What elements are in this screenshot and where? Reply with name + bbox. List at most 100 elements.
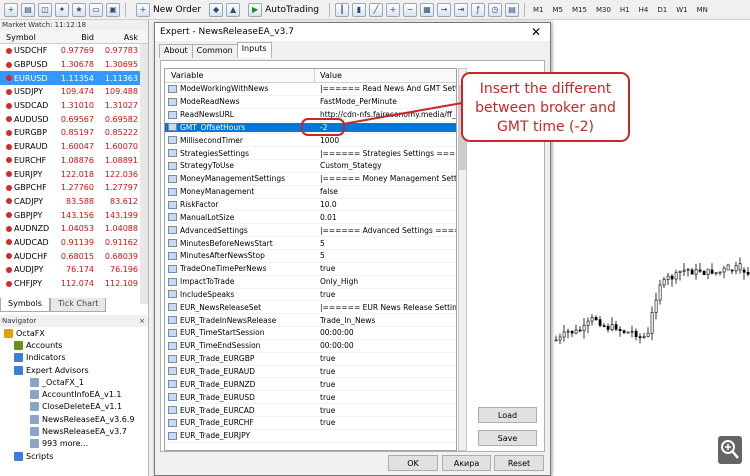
navigator-item[interactable]: 993 more... bbox=[0, 438, 148, 450]
terminal-icon[interactable]: ▭ bbox=[89, 2, 103, 17]
table-row[interactable]: EUR_Trade_EURNZD true bbox=[165, 378, 456, 392]
table-row[interactable]: RiskFactor 10.0 bbox=[165, 199, 456, 212]
candle-chart-icon[interactable]: ▮ bbox=[352, 2, 366, 17]
table-row[interactable]: AUDNZD 1.04053 1.04088 bbox=[0, 222, 148, 236]
data-window-icon[interactable]: ✦ bbox=[55, 2, 69, 17]
table-row[interactable]: EUR_NewsReleaseSet |====== EUR News Relea… bbox=[165, 301, 456, 315]
market-watch-scrollbar[interactable] bbox=[140, 44, 148, 304]
line-chart-icon[interactable]: ╱ bbox=[369, 2, 383, 17]
value-cell[interactable]: 1000 bbox=[315, 136, 456, 145]
cancel-button[interactable]: Акира bbox=[442, 455, 491, 471]
value-cell[interactable]: 10.0 bbox=[315, 200, 456, 209]
navigator-item[interactable]: CloseDeleteEA_v1.1 bbox=[0, 401, 148, 413]
table-row[interactable]: AUDCAD 0.91139 0.91162 bbox=[0, 236, 148, 250]
navigator-item[interactable]: Expert Advisors bbox=[0, 364, 148, 376]
value-cell[interactable]: 5 bbox=[315, 251, 456, 260]
table-row[interactable]: EUR_Trade_EURCAD true bbox=[165, 404, 456, 417]
table-row[interactable]: EURGBP 0.85197 0.85222 bbox=[0, 126, 148, 140]
timeframe-mn[interactable]: MN bbox=[694, 6, 711, 14]
value-cell[interactable]: Only_High bbox=[315, 277, 456, 286]
table-row[interactable]: GBPJPY 143.156 143.199 bbox=[0, 208, 148, 222]
value-cell[interactable]: true bbox=[315, 290, 456, 299]
navigator-item[interactable]: Accounts bbox=[0, 339, 148, 351]
table-row[interactable]: USDJPY 109.474 109.488 bbox=[0, 85, 148, 99]
variable-column-header[interactable]: Variable bbox=[165, 69, 315, 82]
value-cell[interactable]: 5 bbox=[315, 239, 456, 248]
table-row[interactable]: EUR_Trade_EURUSD true bbox=[165, 391, 456, 405]
value-cell[interactable]: true bbox=[315, 354, 456, 363]
table-row[interactable]: MoneyManagement false bbox=[165, 186, 456, 199]
value-cell[interactable]: |====== Read News And GMT Settings =... bbox=[315, 84, 456, 93]
ask-column-header[interactable]: Ask bbox=[97, 31, 141, 43]
table-row[interactable]: AUDJPY 76.174 76.196 bbox=[0, 263, 148, 277]
close-icon[interactable]: ✕ bbox=[522, 23, 550, 41]
timeframe-d1[interactable]: D1 bbox=[654, 6, 670, 14]
save-button[interactable]: Save bbox=[478, 430, 537, 446]
table-row[interactable]: EURJPY 122.018 122.036 bbox=[0, 167, 148, 181]
templates-icon[interactable]: ▤ bbox=[505, 2, 519, 17]
tab-about[interactable]: About bbox=[159, 44, 193, 58]
table-row[interactable]: ModeWorkingWithNews |====== Read News And… bbox=[165, 83, 456, 96]
tab-symbols[interactable]: Symbols bbox=[0, 298, 50, 312]
zoom-icon[interactable] bbox=[718, 436, 742, 464]
autotrading-button[interactable]: ▶ AutoTrading bbox=[243, 2, 324, 18]
table-row[interactable]: AUDCHF 0.68015 0.68039 bbox=[0, 249, 148, 263]
table-row[interactable]: EUR_Trade_EURJPY bbox=[165, 430, 456, 443]
market-watch-icon[interactable]: ◫ bbox=[38, 2, 52, 17]
options-icon[interactable]: ▲ bbox=[226, 2, 241, 17]
tile-icon[interactable]: ▦ bbox=[420, 2, 434, 17]
value-cell[interactable]: 0.01 bbox=[315, 213, 456, 222]
table-row[interactable]: USDCHF 0.97769 0.97783 bbox=[0, 44, 148, 58]
table-row[interactable]: GBPCHF 1.27760 1.27797 bbox=[0, 181, 148, 195]
table-row[interactable]: EUR_Trade_EURGBP true bbox=[165, 353, 456, 366]
table-row[interactable]: ManualLotSize 0.01 bbox=[165, 211, 456, 225]
timeframe-m5[interactable]: M5 bbox=[550, 6, 567, 14]
reset-button[interactable]: Reset bbox=[494, 455, 544, 471]
tab-common[interactable]: Common bbox=[191, 44, 238, 58]
navigator-icon[interactable]: ★ bbox=[72, 2, 86, 17]
chart-shift-icon[interactable]: ⇥ bbox=[454, 2, 468, 17]
navigator-item[interactable]: OctaFX bbox=[0, 327, 148, 339]
timeframe-m30[interactable]: M30 bbox=[593, 6, 614, 14]
tab-tick-chart[interactable]: Tick Chart bbox=[49, 298, 107, 312]
zoom-in-icon[interactable]: + bbox=[386, 2, 400, 17]
new-order-button[interactable]: + New Order bbox=[131, 2, 206, 18]
indicators-icon[interactable]: ƒ bbox=[471, 2, 485, 17]
value-cell[interactable]: false bbox=[315, 187, 456, 196]
bid-column-header[interactable]: Bid bbox=[50, 31, 97, 43]
value-cell[interactable]: true bbox=[315, 264, 456, 273]
table-row[interactable]: CADJPY 83.588 83.612 bbox=[0, 195, 148, 209]
table-row[interactable]: EUR_TimeEndSession 00:00:00 bbox=[165, 340, 456, 353]
navigator-item[interactable]: AccountInfoEA_v1.1 bbox=[0, 388, 148, 400]
value-cell[interactable]: |====== Money Management Settings ===... bbox=[315, 174, 456, 183]
value-cell[interactable]: |====== Strategies Settings ======| bbox=[315, 149, 456, 158]
value-cell[interactable]: |====== EUR News Release Settings ===... bbox=[315, 303, 456, 312]
value-cell[interactable]: true bbox=[315, 406, 456, 415]
navigator-item[interactable]: NewsReleaseEA_v3.7 bbox=[0, 425, 148, 437]
ok-button[interactable]: OK bbox=[388, 455, 438, 471]
tester-icon[interactable]: ▣ bbox=[106, 2, 120, 17]
table-row[interactable]: USDCAD 1.31010 1.31027 bbox=[0, 99, 148, 113]
navigator-item[interactable]: _OctaFX_1 bbox=[0, 376, 148, 388]
bar-chart-icon[interactable]: ┃ bbox=[335, 2, 349, 17]
table-row[interactable]: IncludeSpeaks true bbox=[165, 289, 456, 302]
value-cell[interactable]: true bbox=[315, 418, 456, 427]
profiles-icon[interactable]: ▤ bbox=[21, 2, 35, 17]
new-chart-icon[interactable]: + bbox=[4, 2, 18, 17]
symbol-column-header[interactable]: Symbol bbox=[0, 31, 50, 43]
table-row[interactable]: StrategiesSettings |====== Strategies Set… bbox=[165, 147, 456, 161]
table-row[interactable]: CHFJPY 112.074 112.109 bbox=[0, 277, 148, 291]
timeframe-w1[interactable]: W1 bbox=[673, 6, 690, 14]
value-cell[interactable]: true bbox=[315, 380, 456, 389]
value-cell[interactable]: |====== Advanced Settings ======| bbox=[315, 226, 456, 235]
value-column-header[interactable]: Value bbox=[315, 69, 456, 82]
value-cell[interactable]: 00:00:00 bbox=[315, 341, 456, 350]
table-row[interactable]: EUR_Trade_EURCHF true bbox=[165, 417, 456, 430]
table-row[interactable]: StrategyToUse Custom_Stategy bbox=[165, 160, 456, 173]
zoom-out-icon[interactable]: − bbox=[403, 2, 417, 17]
table-row[interactable]: EUR_Trade_EURAUD true bbox=[165, 366, 456, 379]
table-row[interactable]: MillisecondTimer 1000 bbox=[165, 134, 456, 148]
timeframe-h1[interactable]: H1 bbox=[617, 6, 633, 14]
timeframe-h4[interactable]: H4 bbox=[636, 6, 652, 14]
table-row[interactable]: EUR_TimeStartSession 00:00:00 bbox=[165, 327, 456, 340]
